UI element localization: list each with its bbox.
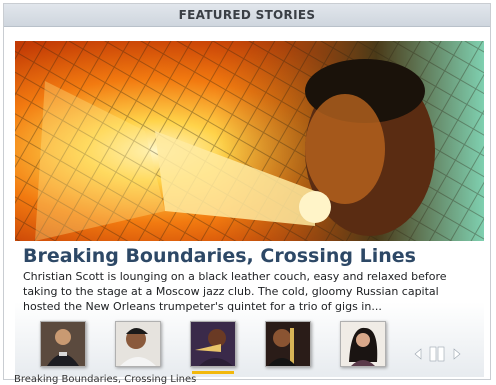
active-thumbnail-indicator xyxy=(192,371,234,374)
story-panel: Breaking Boundaries, Crossing Lines Chri… xyxy=(15,241,484,377)
trumpeter-photo xyxy=(15,41,484,241)
story-headline[interactable]: Breaking Boundaries, Crossing Lines xyxy=(23,245,416,267)
next-arrow-icon[interactable] xyxy=(450,346,464,362)
singer-photo xyxy=(341,322,385,366)
story-caption: Breaking Boundaries, Crossing Lines xyxy=(14,374,197,385)
person-at-podium-photo xyxy=(41,322,85,366)
widget-header: FEATURED STORIES xyxy=(4,4,490,27)
previous-arrow-icon[interactable] xyxy=(411,346,425,362)
story-summary: Christian Scott is lounging on a black l… xyxy=(23,270,447,313)
trumpeter-photo xyxy=(191,322,235,366)
featured-stories-widget: FEATURED STORIES Breaking Boundaries, Cr… xyxy=(3,3,491,380)
thumbnail-1[interactable] xyxy=(40,321,86,367)
pause-icon[interactable] xyxy=(428,346,446,362)
thumbnail-3[interactable] xyxy=(190,321,236,367)
person-portrait-photo xyxy=(116,322,160,366)
thumbnail-4[interactable] xyxy=(265,321,311,367)
thumbnail-2[interactable] xyxy=(115,321,161,367)
trombonist-photo xyxy=(266,322,310,366)
thumbnail-5[interactable] xyxy=(340,321,386,367)
hero-image[interactable] xyxy=(15,41,484,241)
